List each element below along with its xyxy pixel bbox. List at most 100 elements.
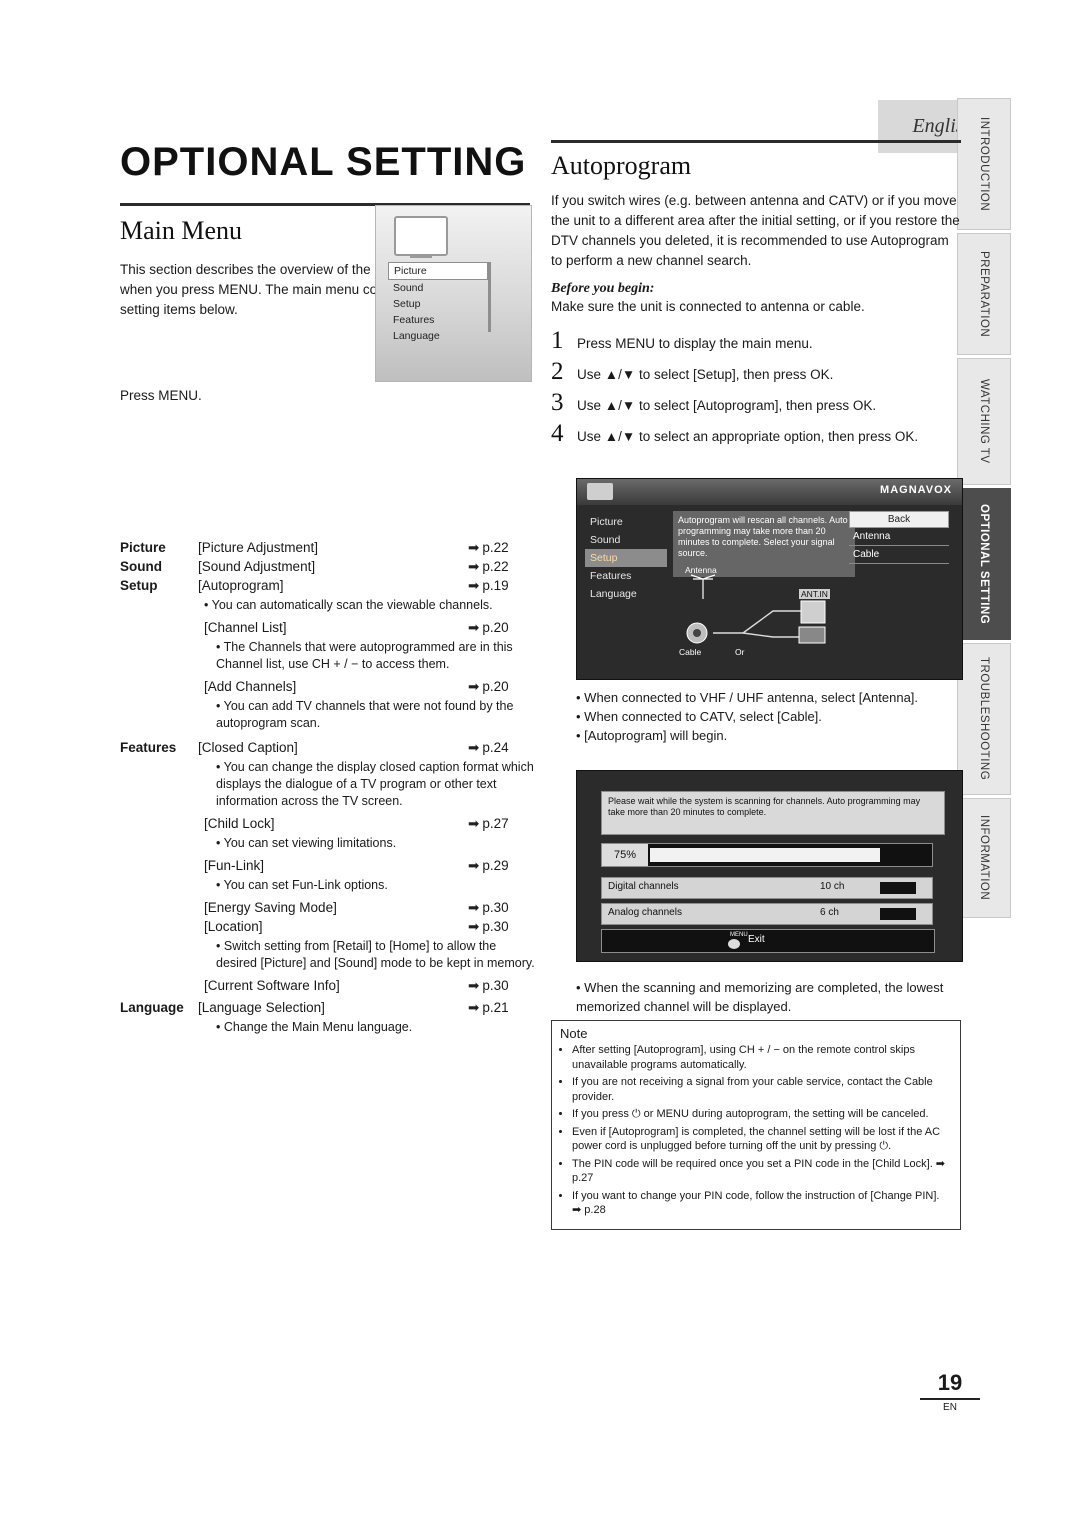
row-item-location: [Location]	[204, 919, 263, 934]
footer-lang-code: EN	[943, 1402, 957, 1413]
row-item-language-selection: [Language Selection]	[198, 1000, 325, 1015]
analog-channels-value: 6 ch	[820, 907, 839, 918]
arrow-icon: ➡	[468, 816, 480, 831]
bullet-add-channels: • You can add TV channels that were not …	[216, 699, 514, 730]
back-button[interactable]: Back	[849, 511, 949, 528]
row-page-energy-saving: ➡ p.30	[468, 900, 509, 915]
list-item: • [Autoprogram] will begin.	[576, 728, 728, 743]
table-row: Picture [Picture Adjustment] ➡ p.22	[120, 540, 540, 556]
scanning-message: Please wait while the system is scanning…	[601, 791, 945, 835]
row-item-channel-list: [Channel List]	[204, 620, 287, 635]
table-row: Features [Closed Caption] ➡ p.24	[120, 740, 540, 756]
tv-menu-illustration: Picture Sound Setup Features Language	[375, 205, 532, 382]
list-item: • When connected to CATV, select [Cable]…	[576, 709, 822, 724]
scanning-progress-screenshot: Please wait while the system is scanning…	[576, 770, 963, 962]
row-item-closed-caption: [Closed Caption]	[198, 740, 298, 755]
bullet-language: • Change the Main Menu language.	[216, 1020, 413, 1034]
list-item: 2 Use ▲/▼ to select [Setup], then press …	[551, 359, 961, 385]
tv-menu-item-features: Features	[393, 314, 435, 326]
bullet-channel-list: • The Channels that were autoprogrammed …	[216, 640, 513, 671]
right-column: Autoprogram If you switch wires (e.g. be…	[551, 140, 961, 455]
list-item: If you are not receiving a signal from y…	[572, 1075, 950, 1104]
osd-item-language: Language	[590, 588, 637, 600]
table-row: Language [Language Selection] ➡ p.21	[120, 1000, 540, 1016]
tv-menu-item-sound: Sound	[393, 282, 424, 294]
osd-source-options: Back Antenna Cable	[849, 511, 949, 564]
step-number: 4	[551, 420, 564, 447]
list-item: The PIN code will be required once you s…	[572, 1157, 950, 1186]
table-row: Sound [Sound Adjustment] ➡ p.22	[120, 559, 540, 575]
tab-watching-tv-label: WATCHING TV	[978, 379, 990, 464]
table-row: Digital channels 10 ch	[601, 877, 933, 899]
row-page-picture: ➡ p.22	[468, 540, 509, 555]
tab-introduction[interactable]: INTRODUCTION	[957, 98, 1011, 230]
osd-option-cable[interactable]: Cable	[849, 546, 949, 564]
table-row: [Energy Saving Mode] ➡ p.30	[204, 900, 540, 916]
bullet-fun-link: • You can set Fun-Link options.	[216, 878, 388, 892]
row-page-add-channels: ➡ p.20	[468, 679, 509, 694]
row-label-language: Language	[120, 1000, 184, 1015]
osd-item-picture: Picture	[590, 516, 623, 528]
tv-menu-item-setup: Setup	[393, 298, 421, 310]
row-item-add-channels: [Add Channels]	[204, 679, 297, 694]
tv-menu-item-picture: Picture	[388, 262, 488, 280]
row-page-language-selection: ➡ p.21	[468, 1000, 509, 1015]
analog-channels-indicator	[880, 908, 916, 920]
step-number: 1	[551, 327, 564, 354]
tab-preparation[interactable]: PREPARATION	[957, 233, 1011, 355]
osd-item-setup: Setup	[585, 549, 667, 567]
row-page-location: ➡ p.30	[468, 919, 509, 934]
tab-information[interactable]: INFORMATION	[957, 798, 1011, 918]
autoprogram-heading: Autoprogram	[551, 151, 692, 180]
tv-icon	[587, 483, 613, 500]
list-item: Even if [Autoprogram] is completed, the …	[572, 1125, 950, 1154]
tab-watching-tv[interactable]: WATCHING TV	[957, 358, 1011, 485]
step-text: Use ▲/▼ to select [Setup], then press OK…	[577, 367, 834, 382]
list-item: 3 Use ▲/▼ to select [Autoprogram], then …	[551, 389, 961, 416]
diagram-label-cable: Cable	[679, 647, 702, 657]
menu-key-icon: MENU	[730, 932, 748, 938]
step-text: Use ▲/▼ to select an appropriate option,…	[577, 429, 919, 444]
arrow-icon: ➡	[468, 900, 480, 915]
table-row: [Add Channels] ➡ p.20	[204, 679, 540, 695]
table-row: [Channel List] ➡ p.20	[204, 620, 540, 636]
tab-optional-setting[interactable]: OPTIONAL SETTING	[957, 488, 1011, 640]
step-number: 3	[551, 389, 564, 416]
row-item-setup: [Autoprogram]	[198, 578, 284, 593]
arrow-icon: ➡	[468, 559, 480, 574]
brand-logo: MAGNAVOX	[880, 484, 952, 496]
exit-bar[interactable]: MENU Exit	[601, 929, 935, 953]
row-page-current-software: ➡ p.30	[468, 978, 509, 993]
before-you-begin-heading: Before you begin:	[551, 281, 655, 296]
progress-percent: 75%	[602, 844, 648, 866]
tab-optional-setting-label: OPTIONAL SETTING	[978, 503, 990, 625]
row-item-current-software: [Current Software Info]	[204, 978, 340, 993]
bullet-closed-caption: • You can change the display closed capt…	[216, 760, 534, 808]
arrow-icon: ➡	[468, 740, 480, 755]
shot2-bullets: • When the scanning and memorizing are c…	[566, 978, 966, 1016]
digital-channels-indicator	[880, 882, 916, 894]
arrow-icon: ➡	[468, 540, 480, 555]
row-page-child-lock: ➡ p.27	[468, 816, 509, 831]
table-row: [Child Lock] ➡ p.27	[204, 816, 540, 832]
progress-bar: 75%	[601, 843, 933, 867]
shot1-bullets: • When connected to VHF / UHF antenna, s…	[566, 688, 966, 745]
osd-option-antenna[interactable]: Antenna	[849, 528, 949, 546]
autoprogram-intro: If you switch wires (e.g. between antenn…	[551, 193, 960, 268]
row-label-features: Features	[120, 740, 177, 755]
row-page-closed-caption: ➡ p.24	[468, 740, 509, 755]
row-label-sound: Sound	[120, 559, 162, 574]
page-title: OPTIONAL SETTING	[120, 140, 527, 184]
row-item-energy-saving: [Energy Saving Mode]	[204, 900, 337, 915]
step-text: Press MENU to display the main menu.	[577, 336, 813, 351]
note-list: After setting [Autoprogram], using CH + …	[552, 1043, 960, 1229]
page-number: 19	[937, 1370, 963, 1395]
section-tabs: INTRODUCTION PREPARATION WATCHING TV OPT…	[957, 98, 1011, 921]
arrow-icon: ➡	[468, 919, 480, 934]
press-menu-caption: Press MENU.	[120, 388, 202, 403]
list-item: • When connected to VHF / UHF antenna, s…	[576, 690, 919, 705]
bullet-autoprogram: • You can automatically scan the viewabl…	[204, 598, 493, 612]
tv-menu-list: Picture Sound Setup Features Language	[388, 262, 488, 344]
note-box: Note After setting [Autoprogram], using …	[551, 1020, 961, 1230]
right-divider	[551, 140, 961, 143]
